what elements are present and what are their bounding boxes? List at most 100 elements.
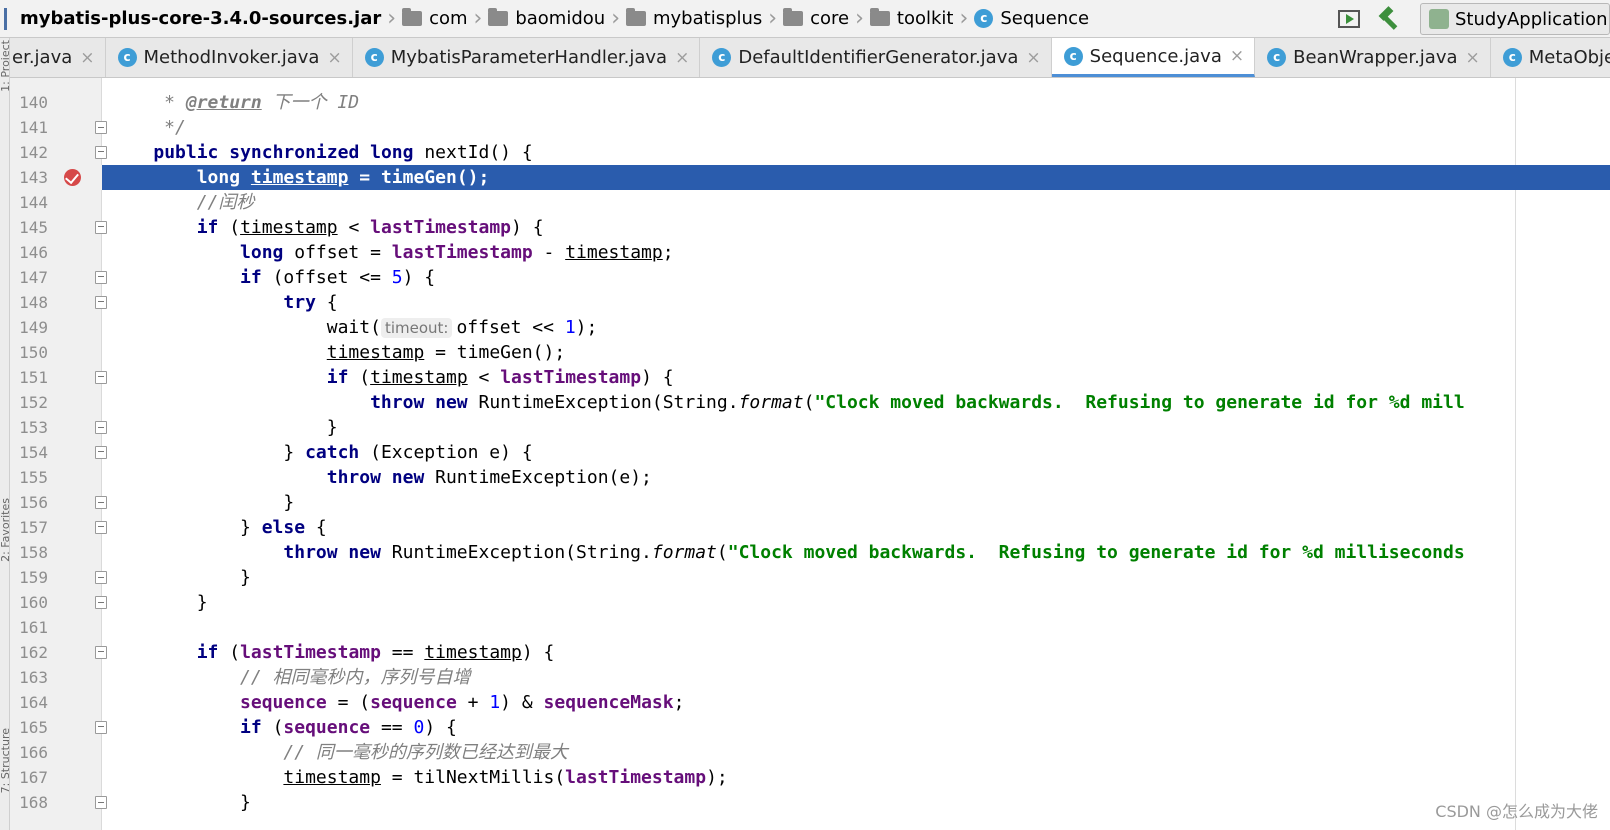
fold-marker-icon[interactable] bbox=[95, 521, 107, 534]
line-number: 161 bbox=[19, 618, 48, 637]
code-text: if (timestamp < lastTimestamp) { bbox=[196, 217, 544, 238]
code-line[interactable]: 145 if (timestamp < lastTimestamp) { bbox=[10, 215, 1610, 240]
code-line[interactable]: 143 long timestamp = timeGen(); bbox=[10, 165, 1610, 190]
tab-er[interactable]: er.java × bbox=[10, 38, 106, 77]
close-tab-icon[interactable]: × bbox=[1230, 46, 1244, 66]
breadcrumb-folder-baomidou[interactable]: baomidou bbox=[488, 0, 605, 37]
line-number: 147 bbox=[19, 268, 48, 287]
code-line[interactable]: 151 if (timestamp < lastTimestamp) { bbox=[10, 365, 1610, 390]
fold-marker-icon[interactable] bbox=[95, 296, 107, 309]
breadcrumb-jar-label: mybatis-plus-core-3.4.0-sources.jar bbox=[20, 8, 382, 29]
line-number: 141 bbox=[19, 118, 48, 137]
code-text: if (sequence == 0) { bbox=[240, 717, 457, 738]
code-text: if (offset <= 5) { bbox=[240, 267, 436, 288]
structure-tool-label[interactable]: 7: Structure bbox=[0, 728, 9, 793]
code-line[interactable]: 167 timestamp = tilNextMillis(lastTimest… bbox=[10, 765, 1610, 790]
tab-label: MetaObject.java bbox=[1528, 47, 1610, 68]
breadcrumb-file-sequence[interactable]: c Sequence bbox=[974, 0, 1089, 37]
code-line[interactable]: 142 public synchronized long nextId() { bbox=[10, 140, 1610, 165]
fold-marker-icon[interactable] bbox=[95, 446, 107, 459]
line-number: 168 bbox=[19, 793, 48, 812]
tab-metaobject[interactable]: cMetaObject.java× bbox=[1491, 38, 1610, 77]
code-line[interactable]: 141 */ bbox=[10, 115, 1610, 140]
code-text: wait(timeout: offset << 1); bbox=[110, 317, 598, 338]
code-line[interactable]: 162 if (lastTimestamp == timestamp) { bbox=[10, 640, 1610, 665]
code-line[interactable]: 165 if (sequence == 0) { bbox=[10, 715, 1610, 740]
code-line[interactable]: 156 } bbox=[10, 490, 1610, 515]
hammer-icon[interactable] bbox=[1376, 7, 1400, 31]
code-line[interactable]: 164 sequence = (sequence + 1) & sequence… bbox=[10, 690, 1610, 715]
code-text: throw new RuntimeException(String.format… bbox=[283, 542, 1465, 563]
breadcrumb-folder-com[interactable]: com bbox=[402, 0, 468, 37]
run-panel-icon[interactable] bbox=[1338, 10, 1360, 28]
fold-marker-icon[interactable] bbox=[95, 146, 107, 159]
line-number: 162 bbox=[19, 643, 48, 662]
fold-marker-icon[interactable] bbox=[95, 421, 107, 434]
code-text: //闰秒 bbox=[110, 192, 255, 213]
close-tab-icon[interactable]: × bbox=[327, 48, 341, 68]
code-line[interactable]: 163 // 相同毫秒内，序列号自增 bbox=[10, 665, 1610, 690]
code-line[interactable]: 149 wait(timeout: offset << 1); bbox=[10, 315, 1610, 340]
fold-marker-icon[interactable] bbox=[95, 796, 107, 809]
fold-marker-icon[interactable] bbox=[95, 371, 107, 384]
close-tab-icon[interactable]: × bbox=[1466, 48, 1480, 68]
tab-label: MethodInvoker.java bbox=[143, 47, 320, 68]
code-line[interactable]: 168 } bbox=[10, 790, 1610, 815]
code-text: sequence = (sequence + 1) & sequenceMask… bbox=[240, 692, 685, 713]
class-icon: c bbox=[1267, 48, 1287, 67]
tab-defaultidentifiergenerator[interactable]: c DefaultIdentifierGenerator.java × bbox=[700, 38, 1052, 77]
run-configuration-selector[interactable]: StudyApplication bbox=[1420, 3, 1610, 35]
fold-marker-icon[interactable] bbox=[95, 721, 107, 734]
code-line[interactable]: 166 // 同一毫秒的序列数已经达到最大 bbox=[10, 740, 1610, 765]
line-number: 165 bbox=[19, 718, 48, 737]
code-line[interactable]: 152 throw new RuntimeException(String.fo… bbox=[10, 390, 1610, 415]
code-line[interactable]: 161 bbox=[10, 615, 1610, 640]
breadcrumb-folder-core[interactable]: core bbox=[783, 0, 849, 37]
code-text: long offset = lastTimestamp - timestamp; bbox=[240, 242, 674, 263]
code-line[interactable]: 144 //闰秒 bbox=[10, 190, 1610, 215]
breadcrumb-label: toolkit bbox=[896, 8, 954, 29]
code-line[interactable]: 150 timestamp = timeGen(); bbox=[10, 340, 1610, 365]
code-line[interactable]: 147 if (offset <= 5) { bbox=[10, 265, 1610, 290]
folder-icon bbox=[869, 8, 890, 26]
code-line[interactable]: 154 } catch (Exception e) { bbox=[10, 440, 1610, 465]
code-line[interactable]: 157 } else { bbox=[10, 515, 1610, 540]
code-line[interactable]: 140 * @return 下一个 ID bbox=[10, 90, 1610, 115]
close-tab-icon[interactable]: × bbox=[1026, 48, 1040, 68]
fold-marker-icon[interactable] bbox=[95, 496, 107, 509]
breadcrumb-folder-toolkit[interactable]: toolkit bbox=[869, 0, 954, 37]
code-line[interactable]: 146 long offset = lastTimestamp - timest… bbox=[10, 240, 1610, 265]
code-line[interactable]: 148 try { bbox=[10, 290, 1610, 315]
fold-marker-icon[interactable] bbox=[95, 121, 107, 134]
close-tab-icon[interactable]: × bbox=[675, 48, 689, 68]
breadcrumb-jar[interactable]: mybatis-plus-core-3.4.0-sources.jar bbox=[0, 0, 382, 37]
tab-mybatisparameterhandler[interactable]: c MybatisParameterHandler.java × bbox=[353, 38, 701, 77]
code-text: } bbox=[110, 592, 208, 613]
code-line[interactable]: 160 } bbox=[10, 590, 1610, 615]
code-text: if (lastTimestamp == timestamp) { bbox=[196, 642, 555, 663]
code-text: // 相同毫秒内，序列号自增 bbox=[110, 667, 471, 688]
project-tool-label[interactable]: 1: Project bbox=[0, 40, 9, 92]
folder-icon bbox=[402, 8, 423, 26]
code-line[interactable]: 153 } bbox=[10, 415, 1610, 440]
fold-marker-icon[interactable] bbox=[95, 221, 107, 234]
code-line[interactable]: 158 throw new RuntimeException(String.fo… bbox=[10, 540, 1610, 565]
code-line[interactable]: 155 throw new RuntimeException(e); bbox=[10, 465, 1610, 490]
fold-marker-icon[interactable] bbox=[95, 271, 107, 284]
close-tab-icon[interactable]: × bbox=[80, 48, 94, 68]
folder-icon bbox=[626, 8, 646, 26]
fold-marker-icon[interactable] bbox=[95, 571, 107, 584]
tab-methodinvoker[interactable]: c MethodInvoker.java × bbox=[106, 38, 353, 77]
line-number: 163 bbox=[19, 668, 48, 687]
fold-marker-icon[interactable] bbox=[95, 596, 107, 609]
favorites-tool-label[interactable]: 2: Favorites bbox=[0, 498, 9, 562]
line-number: 148 bbox=[19, 293, 48, 312]
fold-marker-icon[interactable] bbox=[95, 646, 107, 659]
tab-beanwrapper[interactable]: c BeanWrapper.java × bbox=[1255, 38, 1491, 77]
breadcrumb-folder-mybatisplus[interactable]: mybatisplus bbox=[626, 0, 762, 37]
code-line[interactable]: 159 } bbox=[10, 565, 1610, 590]
tab-sequence[interactable]: c Sequence.java × bbox=[1051, 38, 1256, 77]
code-editor[interactable]: 140 * @return 下一个 ID 141 */142 public syn… bbox=[10, 78, 1610, 830]
class-icon: c bbox=[364, 48, 384, 67]
breakpoint-icon[interactable] bbox=[64, 169, 81, 186]
